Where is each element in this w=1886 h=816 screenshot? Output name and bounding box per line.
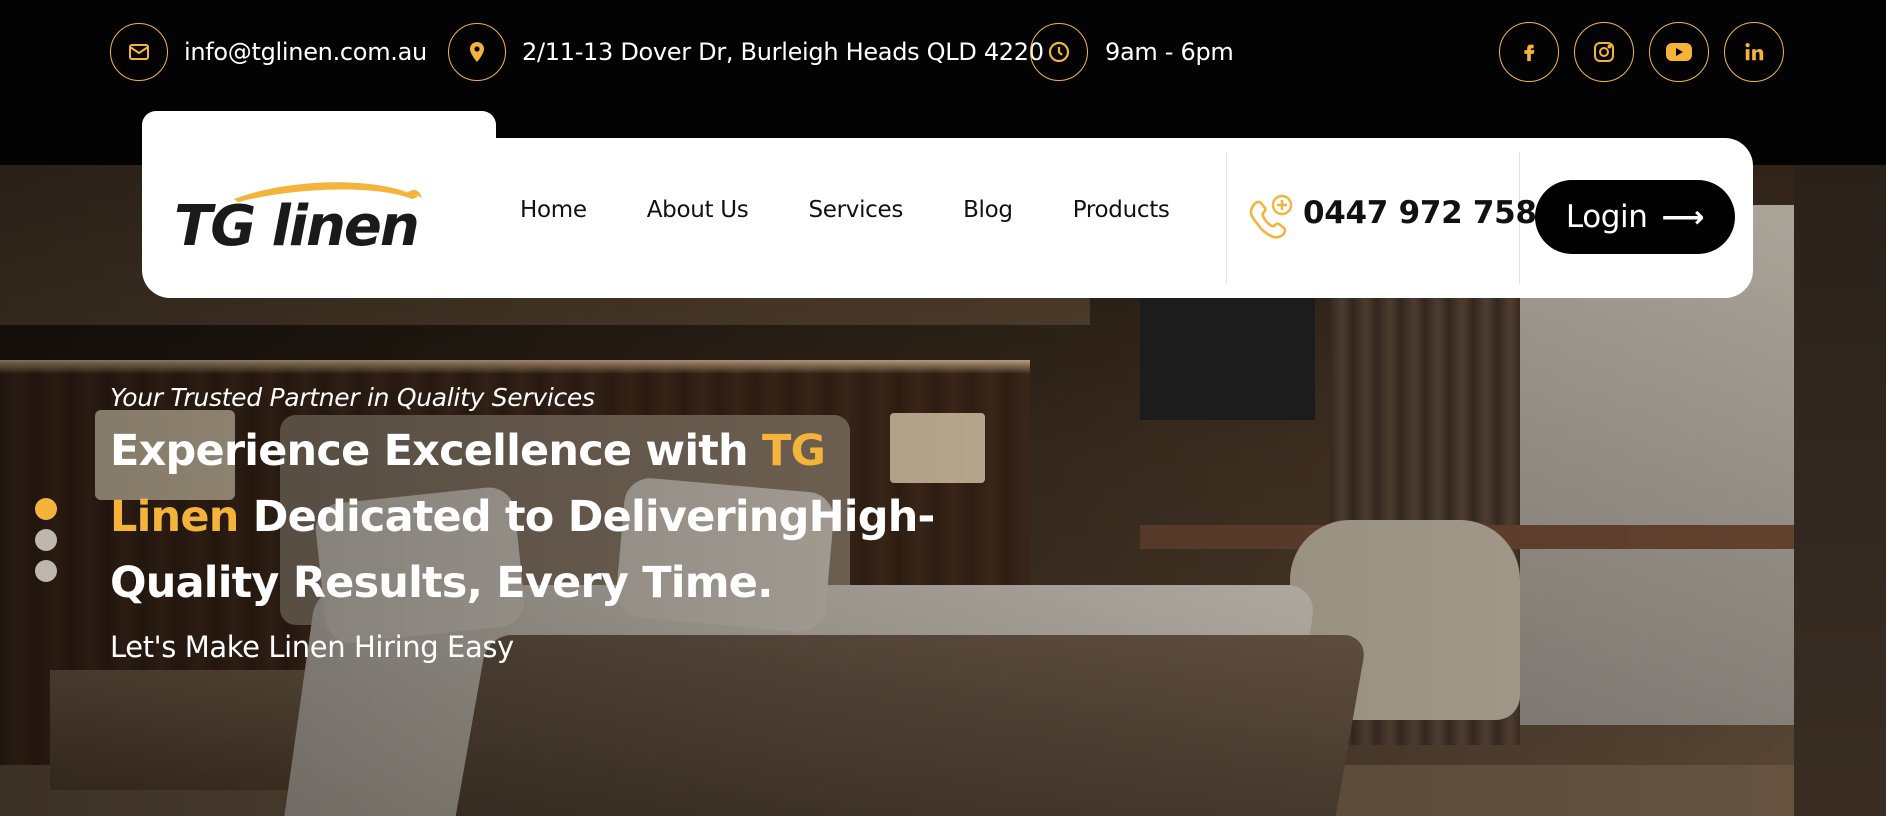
nav-home[interactable]: Home: [520, 197, 587, 223]
hours-text: 9am - 6pm: [1105, 38, 1234, 66]
slider-dots: [35, 498, 57, 591]
nav-about-us[interactable]: About Us: [647, 197, 749, 223]
linkedin-icon[interactable]: [1724, 22, 1784, 82]
email-info[interactable]: info@tglinen.com.au: [110, 22, 427, 82]
logo-text: TG linen: [174, 194, 418, 255]
instagram-icon[interactable]: [1574, 22, 1634, 82]
login-label: Login: [1565, 199, 1648, 235]
address-info: 2/11-13 Dover Dr, Burleigh Heads QLD 422…: [448, 22, 1044, 82]
nav-divider-1: [1226, 152, 1227, 284]
arrow-right-icon: ⟶: [1661, 199, 1705, 235]
clock-icon: [1030, 23, 1088, 81]
facebook-icon[interactable]: [1499, 22, 1559, 82]
location-pin-icon: [448, 23, 506, 81]
hours-info: 9am - 6pm: [1030, 22, 1234, 82]
mail-icon: [110, 23, 168, 81]
hero-title: Experience Excellence with TG Linen Dedi…: [110, 418, 950, 616]
main-nav: Home About Us Services Blog Products: [520, 197, 1230, 223]
phone-number[interactable]: 0447 972 758: [1303, 195, 1537, 231]
hero-subtitle: Let's Make Linen Hiring Easy: [110, 630, 514, 664]
slider-dot-1[interactable]: [35, 498, 57, 520]
hero-kicker: Your Trusted Partner in Quality Services: [110, 383, 595, 412]
email-text[interactable]: info@tglinen.com.au: [184, 38, 427, 66]
tg-linen-logo[interactable]: TG linen: [172, 175, 457, 255]
youtube-icon[interactable]: [1649, 22, 1709, 82]
hero-right-edge: [1794, 165, 1886, 816]
nav-products[interactable]: Products: [1073, 197, 1170, 223]
nav-blog[interactable]: Blog: [963, 197, 1013, 223]
hero-title-part1: Experience Excellence with: [110, 426, 763, 476]
nav-services[interactable]: Services: [808, 197, 903, 223]
slider-dot-3[interactable]: [35, 560, 57, 582]
slider-dot-2[interactable]: [35, 529, 57, 551]
address-text: 2/11-13 Dover Dr, Burleigh Heads QLD 422…: [522, 38, 1044, 66]
phone-plus-icon: [1249, 194, 1293, 239]
login-button[interactable]: Login ⟶: [1535, 180, 1735, 254]
